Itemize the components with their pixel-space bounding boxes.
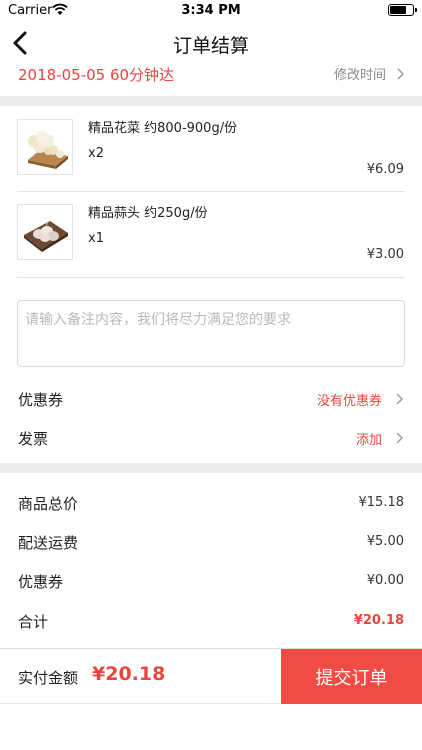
goods-total-label: 商品总价 <box>18 495 79 513</box>
product-price: ¥3.00 <box>366 247 404 262</box>
pay-amount-value: ¥20.18 <box>92 663 166 685</box>
status-bar: Carrier 3:34 PM <box>0 0 422 22</box>
clock: 3:34 PM <box>181 3 241 18</box>
pay-amount-label: 实付金额 <box>18 669 79 687</box>
section-divider <box>0 96 422 106</box>
chevron-right-icon <box>397 68 404 80</box>
section-divider <box>0 463 422 473</box>
coupon-discount-label: 优惠券 <box>18 573 64 591</box>
shipping-label: 配送运费 <box>18 534 79 552</box>
coupon-row[interactable]: 优惠券 没有优惠券 <box>0 380 422 418</box>
coupon-discount-row: 优惠券 ¥0.00 <box>0 566 422 596</box>
invoice-row[interactable]: 发票 添加 <box>0 419 422 457</box>
invoice-value: 添加 <box>355 433 382 448</box>
product-name: 精品花菜 约800-900g/份 <box>88 121 238 136</box>
chevron-right-icon <box>396 432 403 444</box>
checkout-bar: 实付金额 ¥20.18 提交订单 <box>0 648 422 704</box>
delivery-time-row[interactable]: 2018-05-05 60分钟达 修改时间 <box>0 60 422 90</box>
product-name: 精品蒜头 约250g/份 <box>88 206 208 221</box>
product-item[interactable]: 精品花菜 约800-900g/份 x2 ¥6.09 <box>0 106 422 192</box>
coupon-value: 没有优惠券 <box>316 394 382 409</box>
product-quantity: x1 <box>88 231 104 246</box>
row-divider <box>17 277 405 278</box>
total-row: 合计 ¥20.18 <box>0 606 422 636</box>
invoice-label: 发票 <box>18 430 49 448</box>
product-quantity: x2 <box>88 146 104 161</box>
product-image <box>17 119 73 175</box>
product-price: ¥6.09 <box>366 162 404 177</box>
battery-icon <box>388 4 417 16</box>
remark-input[interactable] <box>17 300 405 367</box>
submit-order-button[interactable]: 提交订单 <box>281 649 422 704</box>
coupon-discount-value: ¥0.00 <box>366 573 404 588</box>
total-label: 合计 <box>18 613 49 631</box>
product-item[interactable]: 精品蒜头 约250g/份 x1 ¥3.00 <box>0 191 422 277</box>
total-value: ¥20.18 <box>353 613 404 628</box>
coupon-label: 优惠券 <box>18 391 64 409</box>
nav-bar: 订单结算 <box>0 22 422 64</box>
shipping-row: 配送运费 ¥5.00 <box>0 527 422 557</box>
chevron-right-icon <box>396 393 403 405</box>
product-image <box>17 204 73 260</box>
shipping-value: ¥5.00 <box>366 534 404 549</box>
cauliflower-icon <box>28 131 68 169</box>
delivery-time: 2018-05-05 60分钟达 <box>18 66 175 84</box>
goods-total-row: 商品总价 ¥15.18 <box>0 488 422 518</box>
garlic-icon <box>24 221 68 252</box>
change-time-label: 修改时间 <box>333 68 386 83</box>
goods-total-value: ¥15.18 <box>358 495 405 510</box>
page-title: 订单结算 <box>172 35 249 57</box>
